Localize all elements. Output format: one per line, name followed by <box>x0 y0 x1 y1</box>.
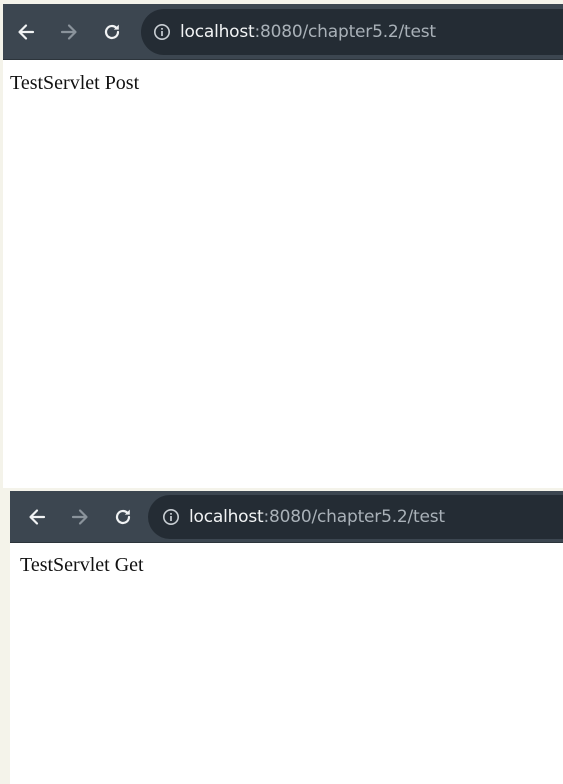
reload-button[interactable] <box>110 504 136 530</box>
address-bar[interactable]: localhost:8080/chapter5.2/test <box>141 8 563 55</box>
url-host: localhost <box>180 21 255 42</box>
browser-window-get: localhost:8080/chapter5.2/test TestServl… <box>10 491 563 784</box>
back-button[interactable] <box>13 19 39 45</box>
browser-window-post: localhost:8080/chapter5.2/test TestServl… <box>3 4 563 488</box>
page-body-text: TestServlet Post <box>10 72 140 94</box>
back-button[interactable] <box>24 504 50 530</box>
url-path: :8080/chapter5.2/test <box>263 506 446 527</box>
url-text: localhost:8080/chapter5.2/test <box>189 507 445 527</box>
forward-arrow-icon <box>71 508 88 525</box>
url-path: :8080/chapter5.2/test <box>254 21 437 42</box>
url-text: localhost:8080/chapter5.2/test <box>180 22 436 42</box>
address-bar[interactable]: localhost:8080/chapter5.2/test <box>148 494 563 539</box>
page-body-text: TestServlet Get <box>20 554 144 576</box>
forward-arrow-icon <box>60 23 77 40</box>
browser-toolbar: localhost:8080/chapter5.2/test <box>3 4 563 60</box>
url-host: localhost <box>189 506 264 527</box>
info-circle-icon[interactable] <box>162 508 180 526</box>
browser-toolbar: localhost:8080/chapter5.2/test <box>10 491 563 543</box>
reload-icon <box>104 24 120 39</box>
info-circle-icon[interactable] <box>153 23 171 41</box>
reload-button[interactable] <box>99 19 125 45</box>
forward-button[interactable] <box>67 504 93 530</box>
back-arrow-icon <box>29 508 46 525</box>
reload-icon <box>115 509 131 524</box>
back-arrow-icon <box>18 23 35 40</box>
forward-button[interactable] <box>56 19 82 45</box>
